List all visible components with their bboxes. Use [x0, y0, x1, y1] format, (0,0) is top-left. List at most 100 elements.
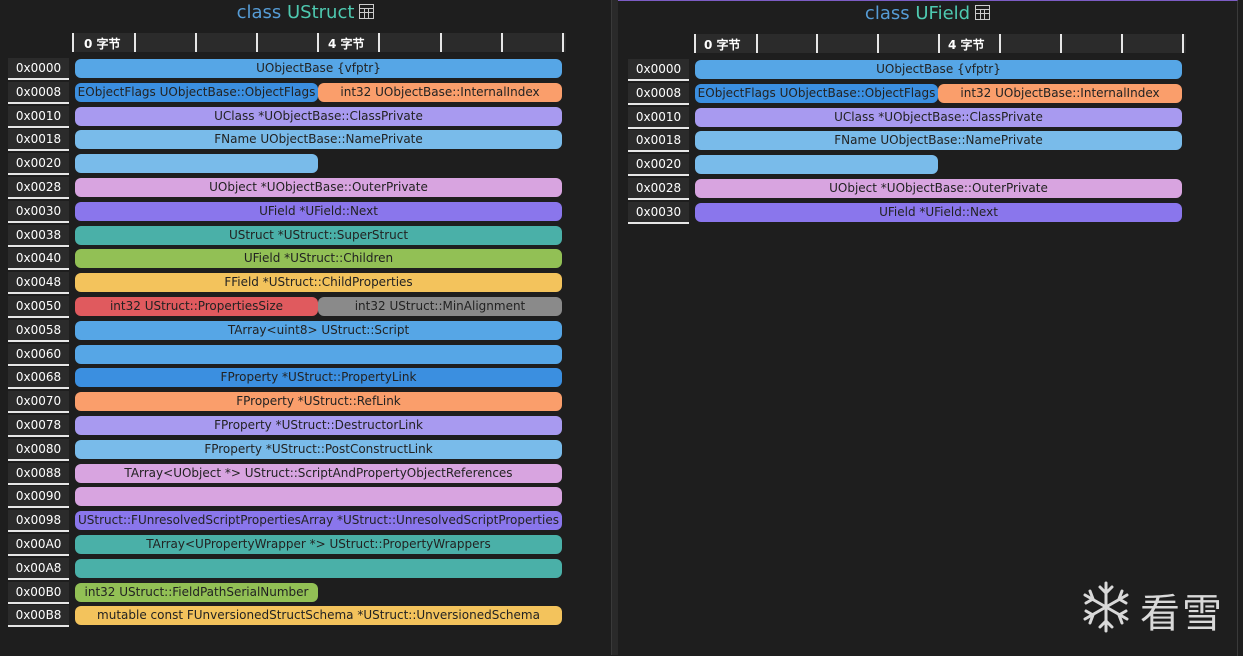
- panel-title: class UStruct: [0, 0, 611, 26]
- table-row: 0x0070 FProperty *UStruct::RefLink: [0, 391, 600, 415]
- field-block[interactable]: [695, 155, 938, 175]
- field-block[interactable]: FProperty *UStruct::RefLink: [75, 392, 562, 412]
- field-block[interactable]: FProperty *UStruct::PostConstructLink: [75, 439, 562, 459]
- memory-layout-icon[interactable]: [359, 4, 375, 19]
- ruler-tick: [501, 33, 503, 52]
- table-row: 0x0008 EObjectFlags UObjectBase::ObjectFl…: [0, 81, 600, 106]
- ruler-tick: [1121, 34, 1123, 53]
- ruler-tick: [256, 33, 258, 52]
- field-block[interactable]: int32 UObjectBase::InternalIndex: [938, 83, 1182, 103]
- offset-label: 0x0018: [8, 129, 69, 152]
- title-class-name: UField: [915, 3, 971, 24]
- offset-label: 0x0028: [628, 178, 689, 200]
- offset-label: 0x0008: [8, 81, 69, 104]
- table-row: 0x00B8 mutable const FUnversionedStructSc…: [0, 605, 600, 629]
- table-row: 0x0020: [618, 154, 1218, 178]
- table-row: 0x0018 FName UObjectBase::NamePrivate: [618, 130, 1218, 154]
- offset-label: 0x0008: [628, 82, 689, 105]
- offset-label: 0x0028: [8, 177, 69, 199]
- panel-divider: [611, 0, 618, 655]
- offset-label: 0x0070: [8, 391, 69, 414]
- ruler-tick: [1060, 34, 1062, 53]
- offset-label: 0x0098: [8, 510, 69, 533]
- table-row: 0x0048 FField *UStruct::ChildProperties: [0, 272, 600, 296]
- table-row: 0x0030 UField *UField::Next: [618, 201, 1218, 226]
- offset-label: 0x00A8: [8, 557, 69, 580]
- field-block[interactable]: UObjectBase {vfptr}: [75, 59, 562, 78]
- table-row: 0x0040 UField *UStruct::Children: [0, 248, 600, 272]
- field-block[interactable]: int32 UStruct::MinAlignment: [318, 297, 562, 316]
- offset-label: 0x00A0: [8, 534, 69, 556]
- byte-ruler: 0 字节 4 字节: [694, 34, 1186, 53]
- field-block[interactable]: UStruct *UStruct::SuperStruct: [75, 225, 562, 245]
- field-block[interactable]: UClass *UObjectBase::ClassPrivate: [75, 106, 562, 126]
- table-row: 0x0000 UObjectBase {vfptr}: [0, 58, 600, 82]
- field-block[interactable]: UField *UStruct::Children: [75, 249, 562, 269]
- table-row: 0x0098 UStruct::FUnresolvedScriptProperti…: [0, 510, 600, 534]
- table-row: 0x0028 UObject *UObjectBase::OuterPrivate: [0, 177, 600, 201]
- table-row: 0x0088 TArray<UObject *> UStruct::ScriptA…: [0, 462, 600, 487]
- field-block[interactable]: int32 UStruct::PropertiesSize: [75, 297, 318, 316]
- ruler-tick: [816, 34, 818, 53]
- ruler-label-0: 0 字节: [704, 38, 741, 52]
- offset-label: 0x0000: [8, 58, 69, 80]
- field-block[interactable]: [75, 487, 562, 507]
- ruler-tick: [317, 33, 319, 52]
- memory-layout-icon[interactable]: [975, 5, 991, 20]
- ruler-tick: [440, 33, 442, 52]
- field-block[interactable]: UClass *UObjectBase::ClassPrivate: [695, 107, 1182, 127]
- offset-label: 0x0000: [628, 59, 689, 81]
- field-block[interactable]: TArray<UObject *> UStruct::ScriptAndProp…: [75, 463, 562, 483]
- field-block[interactable]: UObject *UObjectBase::OuterPrivate: [75, 178, 562, 197]
- ruler-tick: [134, 33, 136, 52]
- field-block[interactable]: FProperty *UStruct::DestructorLink: [75, 416, 562, 435]
- ruler-tick: [938, 34, 940, 53]
- offset-label: 0x0030: [8, 200, 69, 223]
- table-row: 0x0068 FProperty *UStruct::PropertyLink: [0, 367, 600, 391]
- field-block[interactable]: FName UObjectBase::NamePrivate: [695, 131, 1182, 151]
- field-block[interactable]: FField *UStruct::ChildProperties: [75, 273, 562, 293]
- table-row: 0x0020: [0, 153, 600, 177]
- field-block[interactable]: TArray<UPropertyWrapper *> UStruct::Prop…: [75, 535, 562, 554]
- panel-title: class UField: [618, 1, 1237, 27]
- table-row: 0x0018 FName UObjectBase::NamePrivate: [0, 129, 600, 153]
- struct-layout-panel-ufield: class UField 0 字节 4 字节 0x0000 UObjectBase…: [618, 0, 1238, 656]
- ruler-tick: [195, 33, 197, 52]
- field-block[interactable]: int32 UStruct::FieldPathSerialNumber: [75, 582, 318, 602]
- offset-label: 0x0038: [8, 224, 69, 247]
- title-keyword: class: [236, 2, 282, 23]
- field-block[interactable]: UField *UField::Next: [695, 202, 1182, 222]
- field-block[interactable]: UObject *UObjectBase::OuterPrivate: [695, 179, 1182, 198]
- table-row: 0x0030 UField *UField::Next: [0, 200, 600, 225]
- offset-label: 0x0010: [628, 106, 689, 129]
- ruler-label-4: 4 字节: [948, 38, 985, 52]
- field-block[interactable]: UObjectBase {vfptr}: [695, 60, 1182, 79]
- table-row: 0x00A0 TArray<UPropertyWrapper *> UStruct…: [0, 534, 600, 558]
- offset-label: 0x0050: [8, 296, 69, 318]
- field-block[interactable]: [75, 154, 318, 174]
- table-row: 0x00B0 int32 UStruct::FieldPathSerialNumb…: [0, 581, 600, 606]
- ruler-tick: [562, 33, 564, 52]
- byte-ruler: 0 字节 4 字节: [72, 33, 566, 52]
- field-block[interactable]: FName UObjectBase::NamePrivate: [75, 130, 562, 150]
- field-block[interactable]: UStruct::FUnresolvedScriptPropertiesArra…: [75, 511, 562, 531]
- field-block[interactable]: FProperty *UStruct::PropertyLink: [75, 368, 562, 388]
- table-row: 0x0060: [0, 343, 600, 368]
- table-row: 0x0080 FProperty *UStruct::PostConstructL…: [0, 438, 600, 463]
- field-block[interactable]: mutable const FUnversionedStructSchema *…: [75, 606, 562, 626]
- title-class-name: UStruct: [287, 2, 355, 23]
- table-row: 0x00A8: [0, 557, 600, 582]
- field-block[interactable]: EObjectFlags UObjectBase::ObjectFlags: [695, 83, 938, 103]
- field-block[interactable]: [75, 558, 562, 578]
- ruler-tick: [756, 34, 758, 53]
- table-row: 0x0028 UObject *UObjectBase::OuterPrivate: [618, 178, 1218, 202]
- field-block[interactable]: UField *UField::Next: [75, 201, 562, 221]
- field-block[interactable]: EObjectFlags UObjectBase::ObjectFlags: [75, 82, 318, 102]
- offset-label: 0x0010: [8, 105, 69, 128]
- field-block[interactable]: int32 UObjectBase::InternalIndex: [318, 82, 562, 102]
- table-row: 0x0000 UObjectBase {vfptr}: [618, 59, 1218, 83]
- offset-label: 0x0020: [8, 153, 69, 176]
- table-row: 0x0078 FProperty *UStruct::DestructorLink: [0, 415, 600, 439]
- field-block[interactable]: TArray<uint8> UStruct::Script: [75, 320, 562, 340]
- field-block[interactable]: [75, 344, 562, 364]
